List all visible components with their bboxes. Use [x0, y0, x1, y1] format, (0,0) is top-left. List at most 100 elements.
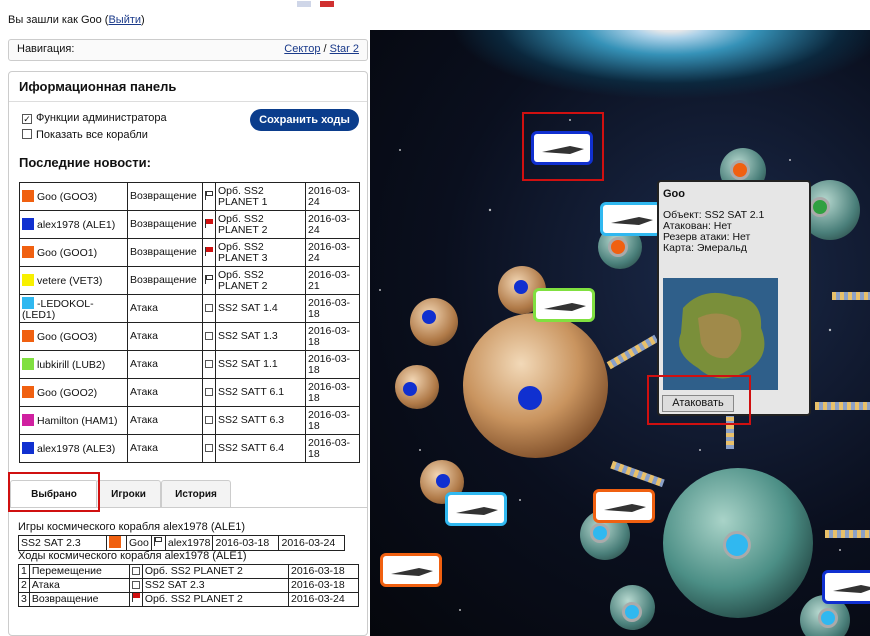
planet-marker[interactable] [518, 386, 542, 410]
ship-icon [391, 568, 433, 576]
move-number: 3 [18, 592, 30, 607]
news-flag [202, 322, 216, 351]
player-color-swatch [22, 274, 34, 286]
ship-marker[interactable] [445, 492, 507, 526]
ship-marker[interactable] [380, 553, 442, 587]
move-target: Орб. SS2 PLANET 2 [141, 564, 290, 579]
planet-large[interactable] [463, 313, 608, 458]
admin-functions-row[interactable]: ✓ Функции администратора [22, 112, 167, 124]
planet-marker[interactable] [514, 280, 528, 294]
planet-marker[interactable] [723, 531, 751, 559]
news-player: Goo (GOO3) [19, 322, 128, 351]
player-color-swatch [22, 386, 34, 398]
news-flag [202, 238, 216, 267]
show-all-ships-checkbox[interactable] [22, 129, 32, 139]
ship-moves-title: Ходы космического корабля alex1978 (ALE1… [18, 550, 247, 562]
save-moves-button[interactable]: Сохранить ходы [250, 109, 359, 131]
highlight-box [522, 112, 604, 181]
login-status: Вы зашли как Goo (Выйти) [8, 14, 145, 26]
language-flags [297, 0, 340, 10]
move-action: Возвращение [28, 592, 130, 607]
player-color-swatch [22, 414, 34, 426]
news-player: alex1978 (ALE3) [19, 434, 128, 463]
login-text: Вы зашли как Goo ( [8, 14, 109, 26]
checkbox-icon[interactable] [205, 304, 213, 312]
news-flag [202, 182, 216, 211]
checkbox-icon[interactable] [205, 444, 213, 452]
news-date: 2016-03-18 [305, 350, 360, 379]
news-target: Орб. SS2 PLANET 3 [215, 238, 306, 267]
checkbox-icon[interactable] [205, 388, 213, 396]
checkbox-icon[interactable] [131, 581, 140, 589]
planet-marker[interactable] [590, 523, 610, 543]
show-all-ships-row[interactable]: Показать все корабли [22, 129, 148, 141]
planet-marker[interactable] [403, 382, 417, 396]
move-date: 2016-03-18 [288, 564, 359, 579]
player-color-swatch [22, 296, 34, 309]
player-color-swatch [22, 246, 34, 258]
news-player: -LEDOKOL- (LED1) [19, 294, 128, 323]
news-player-name: Goo (GOO1) [37, 247, 98, 259]
move-action: Перемещение [28, 564, 130, 579]
move-target: Орб. SS2 PLANET 2 [141, 592, 290, 607]
news-row: Goo (GOO3) Возвращение Орб. SS2 PLANET 1 20… [19, 182, 360, 211]
checkbox-icon[interactable] [131, 567, 140, 575]
highlight-box [647, 375, 751, 425]
tab-history[interactable]: История [161, 480, 231, 508]
planet-marker[interactable] [730, 160, 750, 180]
ship-games-title: Игры космического корабля alex1978 (ALE1… [18, 521, 246, 533]
red-flag-icon [205, 246, 213, 256]
planet-marker[interactable] [608, 237, 628, 257]
news-flag [202, 350, 216, 379]
move-date: 2016-03-18 [288, 578, 359, 593]
card-map-image [663, 278, 778, 390]
planet-marker[interactable] [436, 474, 450, 488]
login-suffix: ) [141, 14, 145, 26]
game-flags [150, 535, 166, 551]
admin-functions-label: Функции администратора [36, 112, 167, 124]
breadcrumb-star[interactable]: Star 2 [330, 43, 359, 55]
move-row: 3 Возвращение Орб. SS2 PLANET 2 2016-03-24 [18, 592, 359, 607]
planet-small-1[interactable] [410, 298, 458, 346]
news-table: Goo (GOO3) Возвращение Орб. SS2 PLANET 1 20… [19, 182, 360, 463]
checkbox-icon[interactable] [205, 360, 213, 368]
news-action: Атака [127, 434, 203, 463]
ship-moves-table: 1 Перемещение Орб. SS2 PLANET 2 2016-03-18 2… [18, 564, 359, 607]
ship-icon [456, 507, 498, 515]
news-row: Hamilton (HAM1) Атака SS2 SATT 6.3 2016-03-… [19, 406, 360, 435]
owner-color [106, 535, 127, 551]
ship-marker[interactable] [593, 489, 655, 523]
news-target: SS2 SATT 6.1 [215, 378, 306, 407]
space-map[interactable]: Goo Объект: SS2 SAT 2.1 Атакован: Нет Ре… [370, 30, 870, 636]
ship-marker[interactable] [600, 202, 662, 236]
breadcrumb-sector[interactable]: Сектор [284, 43, 320, 55]
planet-marker[interactable] [622, 602, 642, 622]
move-target: SS2 SAT 2.3 [141, 578, 290, 593]
planet-marker[interactable] [818, 608, 838, 628]
ship-marker[interactable] [533, 288, 595, 322]
ship-marker[interactable] [822, 570, 870, 604]
player-color-swatch [22, 330, 34, 342]
planet-small-3[interactable] [395, 365, 439, 409]
flag-en-icon[interactable] [297, 1, 311, 7]
news-flag [202, 294, 216, 323]
planet-marker[interactable] [422, 310, 436, 324]
news-player-name: vetere (VET3) [37, 275, 103, 287]
news-target: Орб. SS2 PLANET 2 [215, 266, 306, 295]
news-target: SS2 SAT 1.3 [215, 322, 306, 351]
logout-link[interactable]: Выйти [108, 14, 141, 26]
breadcrumb-separator: / [323, 43, 327, 55]
news-player: Hamilton (HAM1) [19, 406, 128, 435]
tab-players[interactable]: Игроки [96, 480, 161, 508]
checkbox-icon[interactable] [205, 332, 213, 340]
flag-ru-icon[interactable] [320, 1, 335, 7]
planet-marker[interactable] [810, 197, 830, 217]
checkbox-icon[interactable] [205, 416, 213, 424]
news-player-name: alex1978 (ALE1) [37, 219, 116, 231]
move-row: 1 Перемещение Орб. SS2 PLANET 2 2016-03-18 [18, 564, 359, 579]
news-player-name: lubkirill (LUB2) [37, 359, 106, 371]
popup-card: Карта: Эмеральд [663, 242, 747, 254]
news-target: SS2 SAT 1.4 [215, 294, 306, 323]
move-date: 2016-03-24 [288, 592, 359, 607]
admin-functions-checkbox[interactable]: ✓ [22, 114, 32, 124]
